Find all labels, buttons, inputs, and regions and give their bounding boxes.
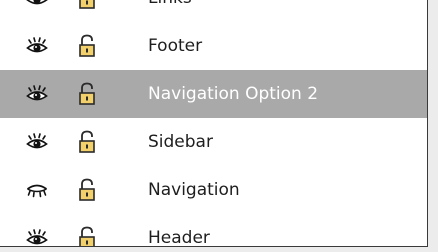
layers-panel: Links Footer Navigation Option 2 Sidebar Nav… (0, 0, 428, 247)
padlock-open-icon[interactable] (78, 178, 96, 202)
padlock-open-icon[interactable] (78, 0, 96, 10)
layer-row[interactable]: Header (0, 214, 427, 247)
layer-row[interactable]: Navigation (0, 166, 427, 214)
layer-name: Navigation (148, 180, 240, 200)
eye-open-icon[interactable] (26, 132, 48, 152)
padlock-open-icon[interactable] (78, 226, 96, 246)
layer-list: Links Footer Navigation Option 2 Sidebar Nav… (0, 0, 427, 247)
eye-closed-icon[interactable] (26, 180, 48, 200)
layer-name: Footer (148, 36, 203, 56)
layer-row[interactable]: Footer (0, 22, 427, 70)
layer-name: Links (148, 0, 192, 10)
padlock-open-icon[interactable] (78, 34, 96, 58)
layer-name: Header (148, 228, 210, 247)
layer-name: Navigation Option 2 (148, 84, 319, 104)
eye-open-icon[interactable] (26, 84, 48, 104)
eye-open-icon[interactable] (26, 0, 48, 8)
layer-row[interactable]: Sidebar (0, 118, 427, 166)
eye-open-icon[interactable] (26, 228, 48, 246)
layer-row[interactable]: Links (0, 0, 427, 22)
padlock-open-icon[interactable] (78, 130, 96, 154)
padlock-open-icon[interactable] (78, 82, 96, 106)
eye-open-icon[interactable] (26, 36, 48, 56)
layer-name: Sidebar (148, 132, 213, 152)
layer-row[interactable]: Navigation Option 2 (0, 70, 427, 118)
